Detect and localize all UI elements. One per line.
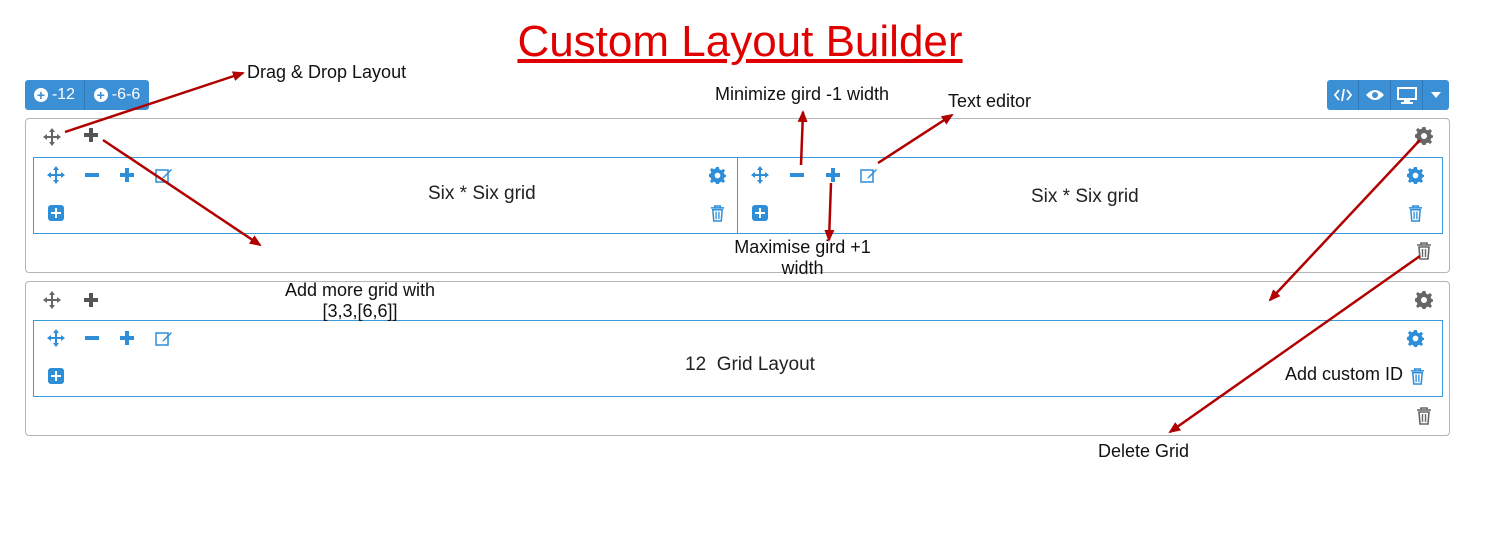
arrow <box>1168 254 1421 434</box>
arrow <box>64 71 245 134</box>
arrow <box>877 113 954 165</box>
arrow <box>824 182 835 242</box>
arrow <box>102 138 262 247</box>
arrow <box>797 110 808 166</box>
annotation-arrows <box>64 71 1421 434</box>
arrow <box>1268 139 1421 302</box>
